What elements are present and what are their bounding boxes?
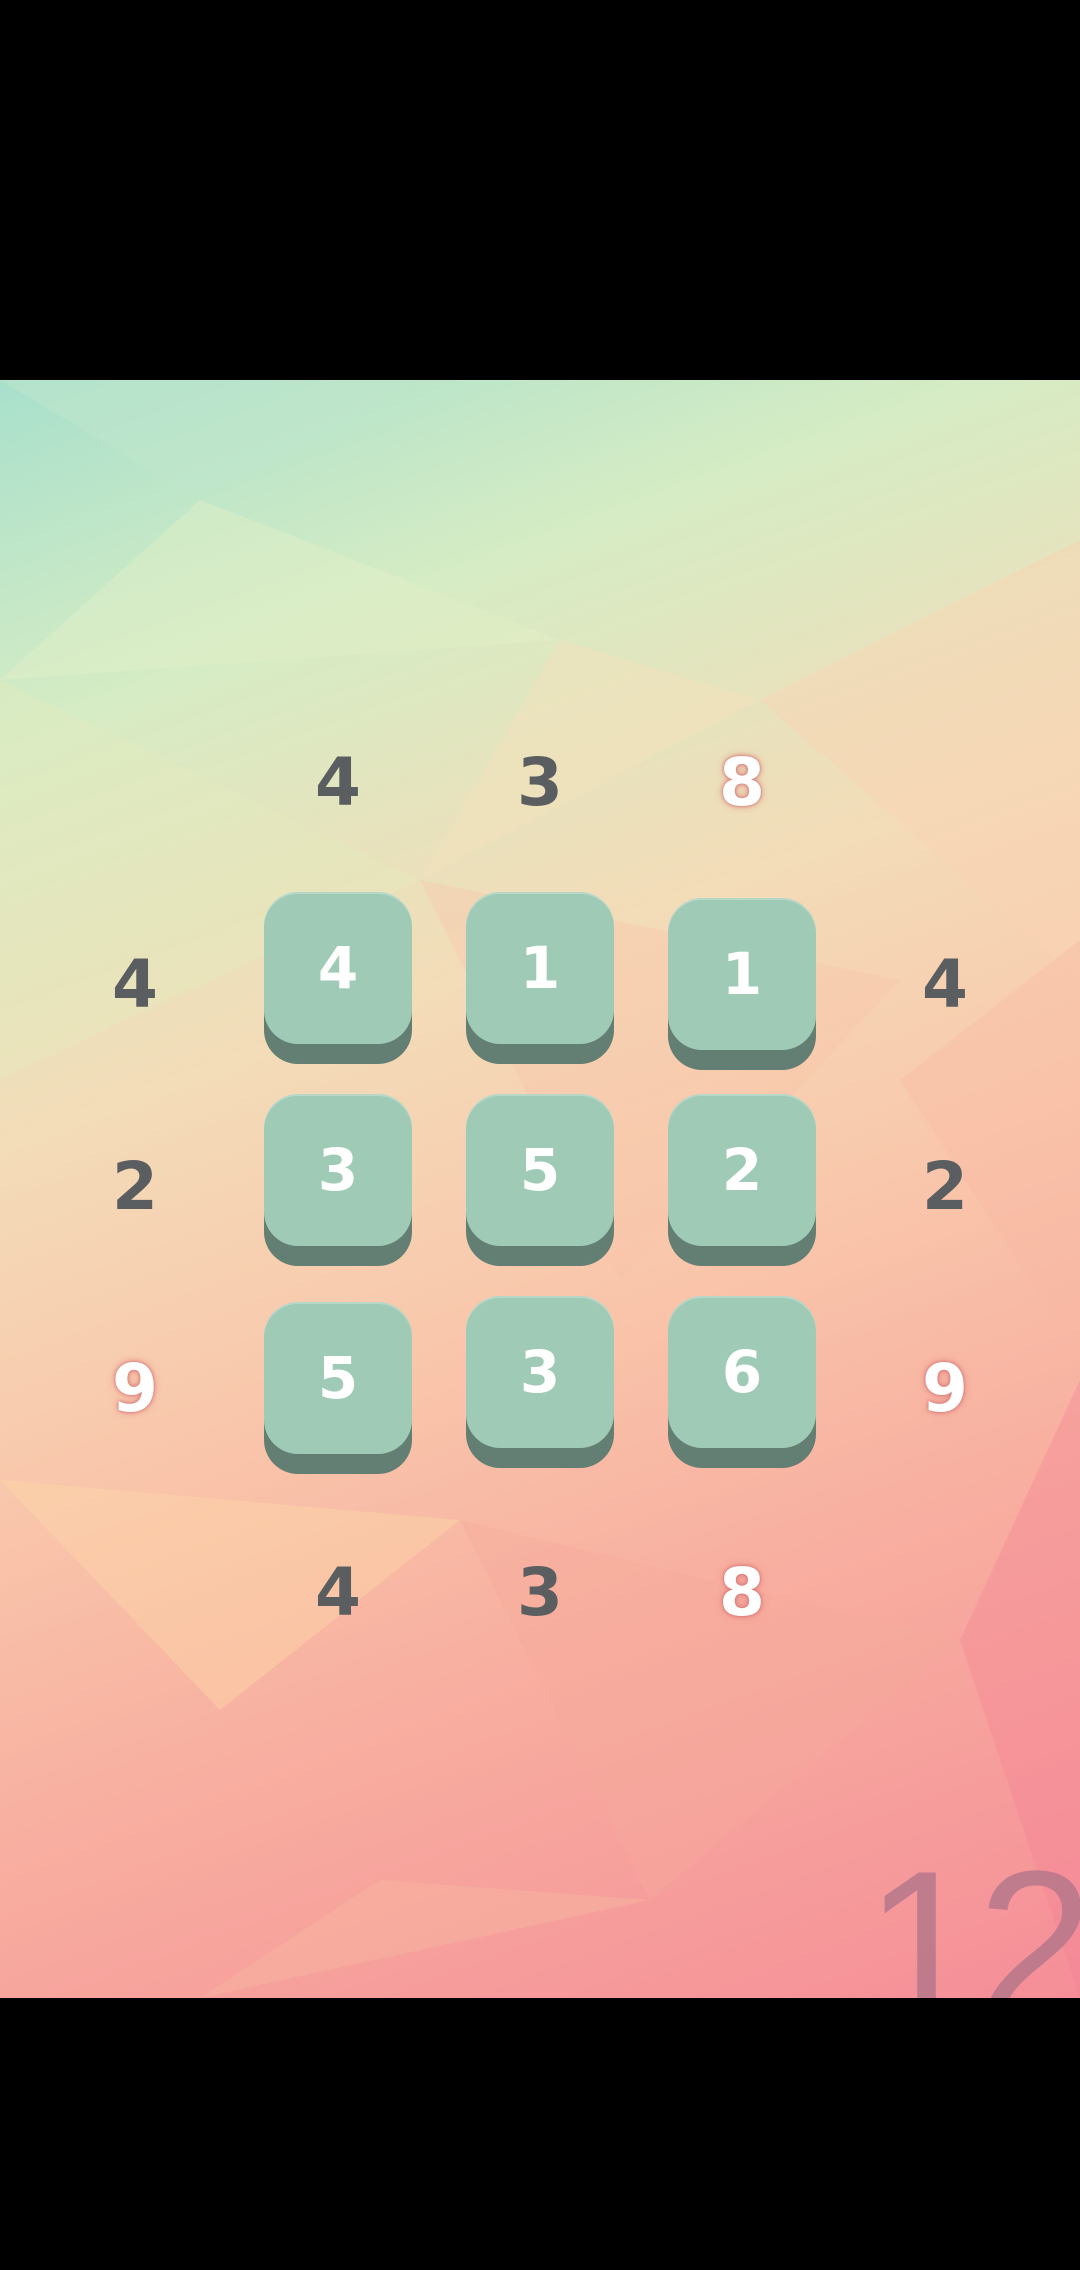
clue-top-2: 3 [517, 744, 563, 821]
status-bar-area [0, 0, 1080, 380]
clue-bottom-3: 8 [719, 1554, 765, 1631]
clue-right-2: 2 [922, 1148, 968, 1225]
tile-r2-c3[interactable]: 2 [668, 1094, 816, 1266]
tile-r3-c3[interactable]: 6 [668, 1296, 816, 1468]
clue-left-1: 4 [112, 946, 158, 1023]
tile-value: 1 [721, 940, 763, 1008]
tile-value: 2 [721, 1136, 763, 1204]
tile-value: 6 [721, 1338, 763, 1406]
clue-right-1: 4 [922, 946, 968, 1023]
tile-r2-c1[interactable]: 3 [264, 1094, 412, 1266]
clue-top-3: 8 [719, 744, 765, 821]
tile-value: 1 [519, 934, 561, 1002]
clue-bottom-1: 4 [315, 1554, 361, 1631]
navigation-bar-area [0, 1998, 1080, 2270]
clue-bottom-2: 3 [517, 1554, 563, 1631]
tile-r1-c1[interactable]: 4 [264, 892, 412, 1064]
tile-r1-c3[interactable]: 1 [668, 898, 816, 1070]
clue-right-3: 9 [922, 1350, 968, 1427]
tile-r1-c2[interactable]: 1 [466, 892, 614, 1064]
game-board: 4 3 8 4 2 9 4 2 9 4 3 8 4 1 1 3 5 2 5 3 … [0, 380, 1080, 1998]
tile-value: 4 [317, 934, 359, 1002]
tile-r3-c1[interactable]: 5 [264, 1302, 412, 1474]
tile-value: 5 [519, 1136, 561, 1204]
clue-left-2: 2 [112, 1148, 158, 1225]
tile-value: 5 [317, 1344, 359, 1412]
tile-value: 3 [519, 1338, 561, 1406]
clue-left-3: 9 [112, 1350, 158, 1427]
tile-r3-c2[interactable]: 3 [466, 1296, 614, 1468]
tile-r2-c2[interactable]: 5 [466, 1094, 614, 1266]
tile-value: 3 [317, 1136, 359, 1204]
clue-top-1: 4 [315, 744, 361, 821]
